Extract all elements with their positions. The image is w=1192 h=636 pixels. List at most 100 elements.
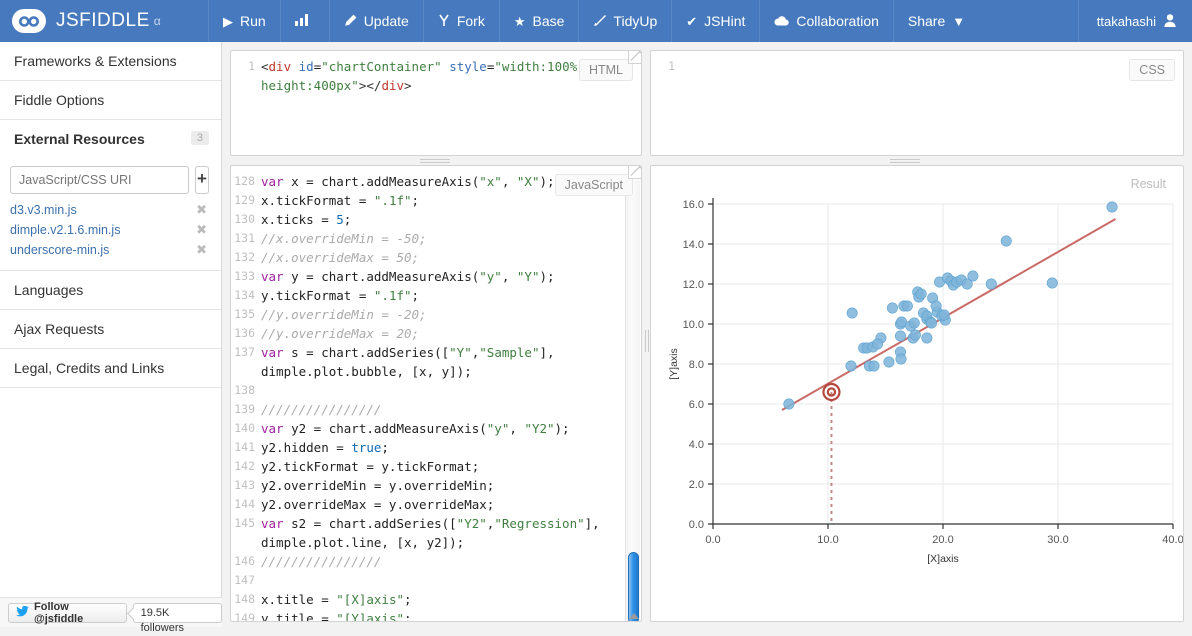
resource-link[interactable]: underscore-min.js (10, 243, 109, 257)
code-line-number: 142 (231, 457, 261, 476)
nav-share[interactable]: Share ▼ (893, 0, 979, 42)
user-menu[interactable]: ttakahashi (1078, 0, 1192, 42)
code-token: var (261, 345, 284, 360)
sidebar-item-external-resources[interactable]: External Resources 3 (0, 120, 221, 158)
resource-link[interactable]: dimple.v2.1.6.min.js (10, 223, 120, 237)
x-axis-tick-label: 0.0 (705, 534, 720, 546)
follower-count-badge[interactable]: 19.5K followers (133, 603, 222, 623)
list-item[interactable]: underscore-min.js ✖ (10, 240, 209, 260)
result-panel[interactable]: Result 0.02.04.06.08.010.012.014.016.00.… (650, 165, 1184, 622)
code-token: ); (539, 269, 554, 284)
code-line: 134y.tickFormat = ".1f"; (231, 286, 624, 305)
code-line-number: 147 (231, 571, 261, 590)
code-token: ; (344, 212, 352, 227)
data-point (846, 361, 856, 371)
editor-scrollbar-thumb[interactable] (628, 552, 639, 622)
code-token: //////////////// (261, 402, 381, 417)
html-editor-panel[interactable]: HTML 1<div id="chartContainer" style="wi… (230, 50, 642, 156)
code-token: "chartContainer" (321, 59, 441, 74)
code-token: var (261, 174, 284, 189)
panel-drag-handle-left[interactable] (420, 157, 450, 165)
nav-update[interactable]: Update (329, 0, 423, 42)
list-item[interactable]: dimple.v2.1.6.min.js ✖ (10, 220, 209, 240)
resource-link[interactable]: d3.v3.min.js (10, 203, 77, 217)
code-token: , (502, 174, 517, 189)
javascript-editor-panel[interactable]: JavaScript 128var x = chart.addMeasureAx… (230, 165, 642, 622)
y-axis-tick-label: 8.0 (689, 359, 704, 371)
panel-drag-handle-right[interactable] (890, 157, 920, 165)
code-line: 148x.title = "[X]axis"; (231, 590, 624, 609)
code-token: //y.overrideMax = 20; (261, 326, 419, 341)
code-token: ; (381, 440, 389, 455)
nav-fork[interactable]: Fork (423, 0, 499, 42)
data-point (902, 301, 912, 311)
code-token: </ (366, 78, 381, 93)
code-line-text: //x.overrideMin = -50; (261, 229, 624, 248)
y-axis-tick-label: 14.0 (683, 239, 704, 251)
y-axis-tick-label: 16.0 (683, 199, 704, 211)
code-token: y2.tickFormat = y.tickFormat; (261, 459, 479, 474)
nav-tidyup[interactable]: TidyUp (578, 0, 671, 42)
javascript-code-area[interactable]: 128var x = chart.addMeasureAxis("x", "X"… (231, 166, 641, 621)
data-point (896, 354, 906, 364)
brand-logo[interactable]: JSFIDDLE α (0, 0, 208, 42)
nav-jshint-label: JSHint (704, 13, 745, 29)
cloud-icon (774, 15, 789, 28)
code-token: height:400px" (261, 78, 359, 93)
close-x-icon[interactable]: ✖ (196, 242, 209, 258)
sidebar-item-legal-credits[interactable]: Legal, Credits and Links (0, 349, 221, 388)
list-item[interactable]: d3.v3.min.js ✖ (10, 200, 209, 220)
data-point (896, 317, 906, 327)
code-token: ; (412, 193, 420, 208)
code-line: 141y2.hidden = true; (231, 438, 624, 457)
sidebar-item-label: Legal, Credits and Links (14, 360, 164, 376)
scatter-chart[interactable]: 0.02.04.06.08.010.012.014.016.00.010.020… (651, 166, 1184, 622)
add-resource-button[interactable]: + (195, 166, 209, 194)
code-line-number: 144 (231, 495, 261, 514)
external-resource-list: d3.v3.min.js ✖ dimple.v2.1.6.min.js ✖ un… (0, 200, 221, 271)
chart-container[interactable]: 0.02.04.06.08.010.012.014.016.00.010.020… (651, 166, 1184, 622)
play-icon: ▶ (223, 15, 233, 28)
sidebar-item-ajax-requests[interactable]: Ajax Requests (0, 310, 221, 349)
css-code-area[interactable]: 1 (651, 51, 1183, 155)
css-editor-panel[interactable]: CSS 1 (650, 50, 1184, 156)
left-sidebar: Frameworks & Extensions Fiddle Options E… (0, 42, 222, 627)
code-token: y.title = (261, 611, 336, 621)
panel-drag-handle-vertical[interactable] (644, 330, 650, 352)
panel-resize-grip[interactable] (628, 165, 642, 179)
data-point (968, 271, 978, 281)
sidebar-item-frameworks[interactable]: Frameworks & Extensions (0, 42, 221, 81)
scroll-down-arrow-icon[interactable] (629, 613, 639, 619)
code-line-number (231, 533, 261, 552)
editor-scrollbar[interactable] (625, 180, 640, 621)
close-x-icon[interactable]: ✖ (196, 202, 209, 218)
sidebar-item-fiddle-options[interactable]: Fiddle Options (0, 81, 221, 120)
panel-resize-grip[interactable] (628, 50, 642, 64)
code-token: "[X]axis" (336, 592, 404, 607)
code-line-text: x.title = "[X]axis"; (261, 590, 624, 609)
data-point (926, 318, 936, 328)
code-token (291, 59, 299, 74)
broom-icon (593, 14, 606, 29)
nav-run[interactable]: ▶ Run (208, 0, 280, 42)
code-line-number (231, 76, 261, 95)
code-token: "Sample" (479, 345, 539, 360)
header-nav: ▶ Run Update Fork ★ Bas (208, 0, 979, 42)
data-point (1047, 278, 1057, 288)
nav-collaboration[interactable]: Collaboration (759, 0, 893, 42)
twitter-follow-button[interactable]: Follow @jsfiddle (8, 603, 127, 623)
close-x-icon[interactable]: ✖ (196, 222, 209, 238)
code-line-text: x.ticks = 5; (261, 210, 624, 229)
nav-base[interactable]: ★ Base (499, 0, 579, 42)
code-line: 133var y = chart.addMeasureAxis("y", "Y"… (231, 267, 624, 286)
data-point (931, 301, 941, 311)
nav-stats[interactable] (280, 0, 329, 42)
sidebar-item-languages[interactable]: Languages (0, 271, 221, 310)
code-token: ; (404, 611, 412, 621)
code-token: y = chart.addMeasureAxis( (284, 269, 480, 284)
code-line-text: y2.hidden = true; (261, 438, 624, 457)
code-token: ], (585, 516, 600, 531)
code-line-number: 148 (231, 590, 261, 609)
nav-jshint[interactable]: ✔ JSHint (671, 0, 759, 42)
external-resource-uri-input[interactable] (10, 166, 189, 194)
